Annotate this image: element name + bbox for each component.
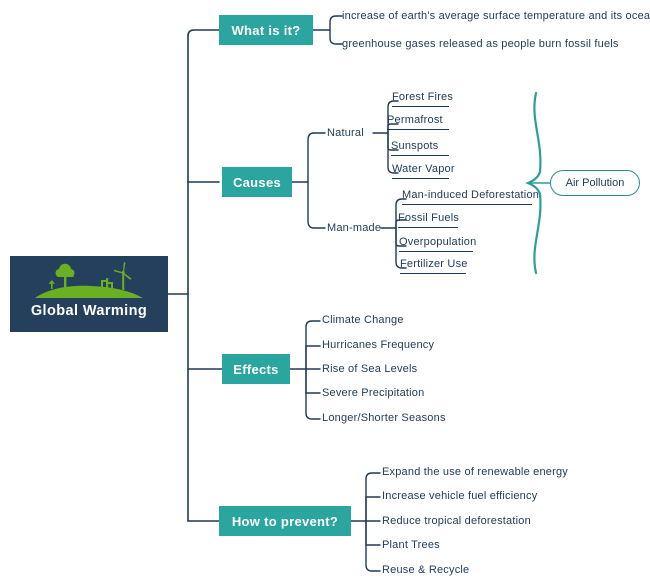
wire-prevent-item-1 xyxy=(365,496,381,522)
leaf-natural-1[interactable]: Permafrost xyxy=(387,114,449,130)
wire-whatisit-item-0 xyxy=(329,15,343,31)
topic-causes[interactable]: Causes xyxy=(222,167,292,197)
leaf-prevent-0[interactable]: Expand the use of renewable energy xyxy=(382,466,568,481)
leaf-natural-2[interactable]: Sunspots xyxy=(391,140,449,156)
leaf-what-is-it-0[interactable]: increase of earth's average surface temp… xyxy=(342,10,650,25)
wire-effects-item-0 xyxy=(305,320,321,370)
group-label-natural[interactable]: Natural xyxy=(327,127,364,139)
topic-how-to-prevent-label: How to prevent? xyxy=(231,513,339,529)
leaf-man-made-1[interactable]: Fossil Fuels xyxy=(398,212,459,228)
leaf-effects-2[interactable]: Rise of Sea Levels xyxy=(322,363,417,378)
wire-causes-natural xyxy=(307,132,326,183)
wire-prevent-item-3 xyxy=(365,520,381,546)
curly-brace-causes xyxy=(525,91,542,275)
wire-causes-manmade xyxy=(307,181,326,229)
topic-how-to-prevent[interactable]: How to prevent? xyxy=(219,506,351,536)
mindmap-canvas: Global Warming What is it? Causes Effect… xyxy=(0,0,650,587)
leaf-effects-3[interactable]: Severe Precipitation xyxy=(322,387,424,402)
leaf-prevent-2[interactable]: Reduce tropical deforestation xyxy=(382,515,531,530)
wire-prevent-item-4 xyxy=(365,520,381,572)
wire-to-whatisit xyxy=(187,29,220,37)
earth-landscape-icon xyxy=(35,262,143,298)
topic-effects[interactable]: Effects xyxy=(222,354,290,384)
leaf-natural-3[interactable]: Water Vapor xyxy=(392,163,455,179)
callout-air-pollution[interactable]: Air Pollution xyxy=(550,170,640,196)
leaf-man-made-0[interactable]: Man-induced Deforestation xyxy=(402,189,539,205)
leaf-prevent-1[interactable]: Increase vehicle fuel efficiency xyxy=(382,490,537,505)
leaf-effects-1[interactable]: Hurricanes Frequency xyxy=(322,339,434,354)
leaf-prevent-4[interactable]: Reuse & Recycle xyxy=(382,564,469,579)
leaf-what-is-it-1[interactable]: greenhouse gases released as people burn… xyxy=(342,38,619,53)
wire-effects-item-4 xyxy=(305,368,321,420)
callout-air-pollution-label: Air Pollution xyxy=(565,177,625,189)
leaf-natural-0[interactable]: Forest Fires xyxy=(392,91,453,107)
topic-causes-label: Causes xyxy=(232,174,282,190)
root-label: Global Warming xyxy=(30,303,148,319)
leaf-effects-4[interactable]: Longer/Shorter Seasons xyxy=(322,412,446,427)
wire-effects-item-3 xyxy=(305,368,321,394)
leaf-effects-0[interactable]: Climate Change xyxy=(322,314,404,329)
leaf-man-made-2[interactable]: Overpopulation xyxy=(399,236,476,252)
topic-what-is-it-label: What is it? xyxy=(231,22,301,38)
leaf-man-made-3[interactable]: Fertilizer Use xyxy=(400,258,467,274)
wire-effects-item-1 xyxy=(305,345,321,370)
leaf-prevent-3[interactable]: Plant Trees xyxy=(382,539,440,554)
topic-effects-label: Effects xyxy=(233,361,279,377)
wire-whatisit-item-1 xyxy=(329,29,343,45)
group-label-man-made[interactable]: Man-made xyxy=(327,222,381,234)
topic-what-is-it[interactable]: What is it? xyxy=(219,15,313,45)
root-node[interactable]: Global Warming xyxy=(10,256,168,332)
wire-prevent-item-0 xyxy=(365,472,381,522)
